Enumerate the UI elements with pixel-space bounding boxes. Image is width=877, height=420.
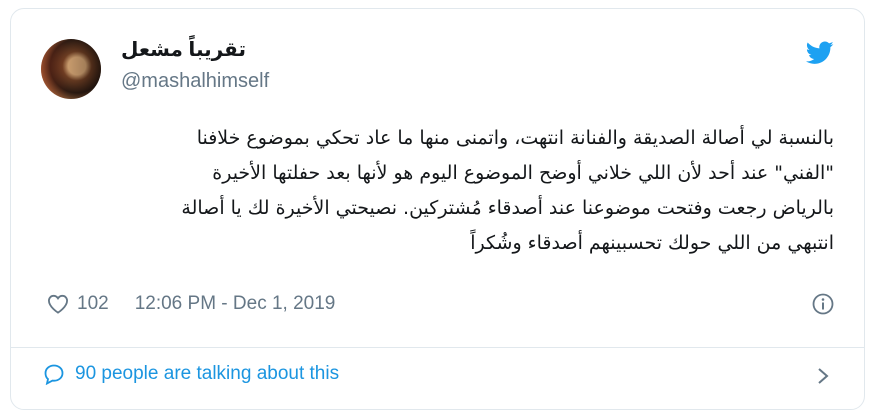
tweet-card[interactable]: تقريباً مشعل @mashalhimself بالنسبة لي أ… — [10, 8, 865, 410]
divider — [11, 347, 864, 348]
tweet-text-line: بالنسبة لي أصالة الصديقة والفنانة انتهت،… — [196, 127, 834, 149]
heart-icon[interactable] — [47, 294, 69, 314]
timestamp[interactable]: 12:06 PM - Dec 1, 2019 — [135, 293, 336, 315]
conversation-link[interactable]: 90 people are talking about this — [43, 363, 339, 385]
display-name[interactable]: تقريباً مشعل — [121, 37, 269, 62]
user-info[interactable]: تقريباً مشعل @mashalhimself — [121, 37, 269, 93]
user-handle[interactable]: @mashalhimself — [121, 70, 269, 93]
conversation-text[interactable]: 90 people are talking about this — [75, 363, 339, 385]
chevron-right-icon[interactable] — [816, 367, 830, 385]
tweet-text: بالنسبة لي أصالة الصديقة والفنانة انتهت،… — [61, 121, 834, 261]
info-icon[interactable] — [812, 293, 834, 315]
speech-bubble-icon — [44, 364, 64, 385]
tweet-text-line: انتبهي من اللي حولك تحسبينهم أصدقاء وشُك… — [470, 232, 834, 254]
tweet-text-line: بالرياض رجعت وفتحت موضوعنا عند أصدقاء مُ… — [181, 197, 834, 219]
tweet-meta: 102 12:06 PM - Dec 1, 2019 — [47, 293, 335, 315]
twitter-bird-icon[interactable] — [806, 41, 834, 65]
like-count[interactable]: 102 — [77, 293, 109, 315]
tweet-text-line: "الفني" عند أحد لأن اللي خلاني أوضح المو… — [212, 162, 834, 184]
avatar[interactable] — [41, 39, 101, 99]
